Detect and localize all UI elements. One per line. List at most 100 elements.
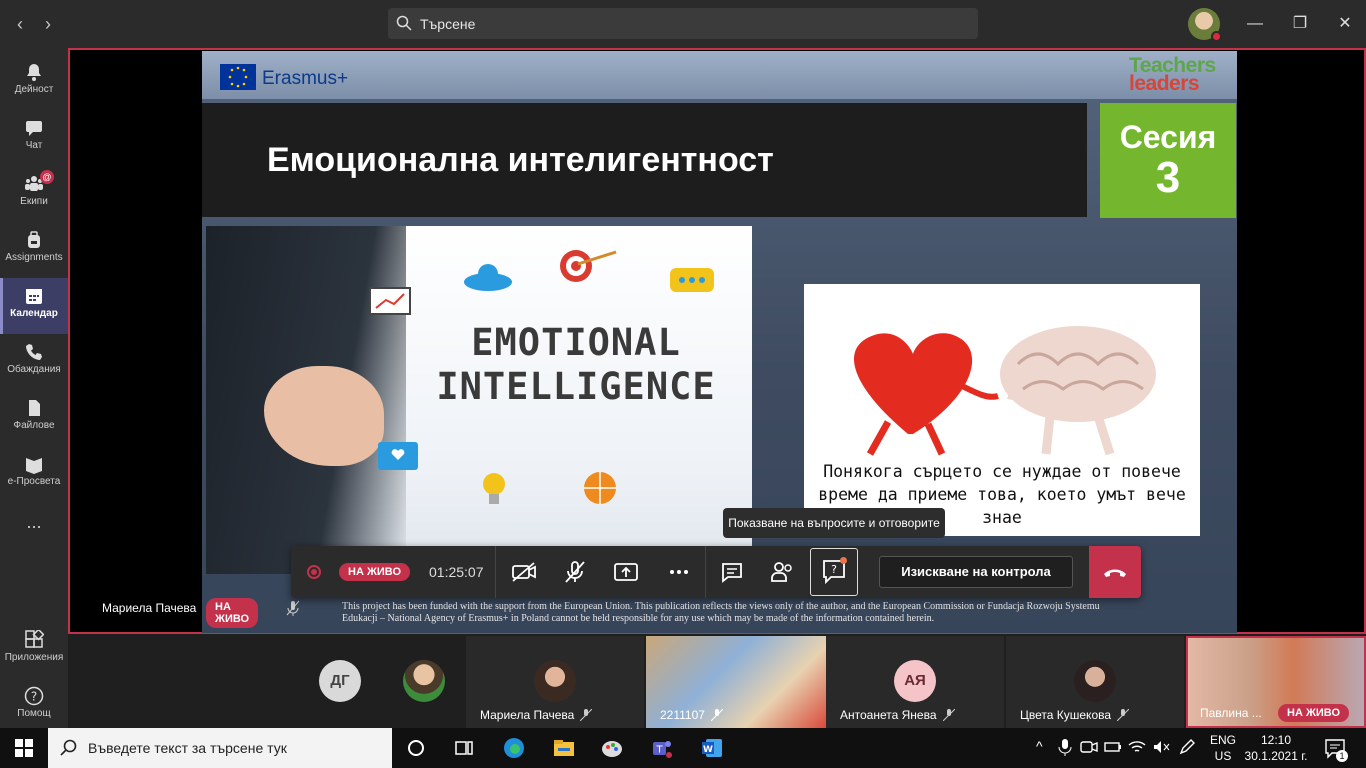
file-explorer-icon[interactable] bbox=[552, 736, 576, 760]
clock-time: 12:10 bbox=[1260, 733, 1292, 747]
bell-icon bbox=[27, 64, 41, 81]
teachers-leaders-logo: Teachers leaders bbox=[1129, 55, 1225, 97]
participant-tile[interactable]: Цвета Кушекова bbox=[1006, 636, 1184, 728]
rail-item-calls[interactable]: Обаждания bbox=[0, 334, 68, 390]
back-arrow-icon[interactable]: ‹ bbox=[10, 12, 30, 36]
rail-item-teams[interactable]: @ Екипи bbox=[0, 166, 68, 222]
qa-button[interactable]: ? bbox=[810, 548, 858, 596]
battery-icon[interactable] bbox=[1104, 738, 1122, 756]
rail-item-apps[interactable]: Приложения bbox=[0, 622, 68, 678]
mic-off-icon bbox=[565, 561, 585, 583]
participant-name: Мариела Пачева bbox=[480, 708, 593, 722]
search-icon bbox=[396, 15, 412, 31]
minimize-icon[interactable]: — bbox=[1243, 12, 1267, 36]
taskbar-search-placeholder: Въведете текст за търсене тук bbox=[88, 740, 287, 756]
rail-label: Дейност bbox=[14, 84, 54, 95]
rail-item-calendar[interactable]: Календар bbox=[0, 278, 68, 334]
session-number: 3 bbox=[1155, 153, 1181, 202]
presence-busy-indicator bbox=[1211, 31, 1222, 42]
phone-icon bbox=[26, 344, 42, 360]
rail-label: Чат bbox=[25, 140, 43, 151]
apps-icon bbox=[25, 630, 44, 648]
participant-name: Антоанета Янева bbox=[840, 708, 955, 722]
cortana-icon[interactable] bbox=[404, 736, 428, 760]
image-text-line-1: EMOTIONAL bbox=[471, 321, 681, 364]
forward-arrow-icon[interactable]: › bbox=[38, 12, 58, 36]
camera-in-use-icon[interactable] bbox=[1080, 738, 1098, 756]
rail-item-help[interactable]: ? Помощ bbox=[0, 678, 68, 734]
chat-button[interactable] bbox=[716, 556, 748, 588]
rail-label: Помощ bbox=[17, 708, 51, 719]
rail-item-eprosveta[interactable]: е-Просвета bbox=[0, 446, 68, 502]
taskbar-search-input[interactable]: Въведете текст за търсене тук bbox=[48, 728, 392, 768]
svg-text:?: ? bbox=[831, 563, 837, 576]
region-code: US bbox=[1214, 749, 1232, 763]
volume-muted-icon[interactable] bbox=[1152, 738, 1170, 756]
meeting-timer: 01:25:07 bbox=[429, 564, 484, 580]
taskbar-clock[interactable]: 12:10 30.1.2021 г. bbox=[1244, 732, 1308, 764]
wifi-icon[interactable] bbox=[1128, 738, 1146, 756]
share-icon bbox=[614, 563, 638, 581]
presenter-name: Мариела Пачева bbox=[102, 601, 197, 615]
chat-icon bbox=[26, 121, 42, 136]
recording-icon bbox=[307, 565, 321, 579]
erasmus-logo-text: Erasmus+ bbox=[262, 68, 349, 89]
rail-label: е-Просвета bbox=[7, 476, 61, 487]
rail-label: Приложения bbox=[4, 652, 64, 663]
divider bbox=[705, 546, 706, 598]
rail-item-assignments[interactable]: Assignments bbox=[0, 222, 68, 278]
slide-title: Емоционална интелигентност bbox=[267, 141, 774, 179]
help-icon: ? bbox=[24, 686, 44, 706]
rail-label: Календар bbox=[10, 308, 58, 319]
session-label: Сесия bbox=[1119, 119, 1217, 155]
title-bar: ‹ › Търсене — ❐ ✕ bbox=[0, 0, 1366, 48]
close-icon[interactable]: ✕ bbox=[1333, 12, 1357, 36]
rail-item-activity[interactable]: Дейност bbox=[0, 54, 68, 110]
share-screen-button[interactable] bbox=[610, 556, 642, 588]
leave-call-button[interactable] bbox=[1089, 546, 1141, 598]
speech-bubble-icon bbox=[670, 268, 714, 292]
request-control-button[interactable]: Изискване на контрола bbox=[879, 556, 1073, 588]
microphone-icon[interactable] bbox=[1056, 738, 1074, 756]
app-rail: Дейност Чат @ Екипи Assignments Календар… bbox=[0, 48, 68, 728]
target-icon bbox=[560, 250, 617, 282]
emotional-intelligence-image: EMOTIONAL INTELLIGENCE bbox=[206, 226, 752, 574]
meeting-controls-bar: НА ЖИВО 01:25:07 ? Изискване на контрола bbox=[291, 546, 1141, 598]
participant-tile[interactable]: ДГ bbox=[288, 636, 466, 728]
mail-heart-icon bbox=[378, 442, 418, 470]
paint-icon[interactable] bbox=[600, 736, 624, 760]
mention-badge: @ bbox=[40, 170, 54, 184]
rail-label: Екипи bbox=[20, 196, 48, 207]
show-hidden-icons-icon[interactable]: ^ bbox=[1036, 738, 1043, 754]
participants-button[interactable] bbox=[766, 556, 798, 588]
word-icon[interactable]: W bbox=[700, 736, 724, 760]
session-badge: Сесия 3 bbox=[1100, 103, 1236, 218]
language-indicator[interactable]: ENG US bbox=[1207, 732, 1239, 764]
pen-icon[interactable] bbox=[1178, 738, 1196, 756]
task-view-icon[interactable] bbox=[452, 736, 476, 760]
participant-name: Цвета Кушекова bbox=[1020, 708, 1130, 722]
edge-icon[interactable] bbox=[502, 736, 526, 760]
participants-icon bbox=[771, 562, 792, 582]
calendar-icon bbox=[26, 289, 42, 304]
camera-toggle-button[interactable] bbox=[508, 556, 540, 588]
rail-item-chat[interactable]: Чат bbox=[0, 110, 68, 166]
restore-icon[interactable]: ❐ bbox=[1288, 12, 1312, 36]
language-code: ENG bbox=[1209, 733, 1236, 747]
more-apps-button[interactable]: ... bbox=[0, 506, 68, 542]
participant-tile[interactable]: АЯ Антоанета Янева bbox=[826, 636, 1004, 728]
participant-video-tile[interactable]: 2211107 bbox=[646, 636, 826, 728]
user-avatar[interactable] bbox=[1188, 8, 1222, 42]
search-icon bbox=[60, 739, 77, 756]
mic-toggle-button[interactable] bbox=[559, 556, 591, 588]
more-actions-button[interactable] bbox=[663, 556, 695, 588]
search-input[interactable]: Търсене bbox=[388, 8, 978, 39]
rail-item-files[interactable]: Файлове bbox=[0, 390, 68, 446]
avatar: АЯ bbox=[894, 660, 936, 702]
windows-start-icon[interactable] bbox=[12, 736, 36, 760]
teams-app-icon[interactable]: T bbox=[650, 736, 674, 760]
participant-tile[interactable]: Мариела Пачева bbox=[466, 636, 644, 728]
svg-text:W: W bbox=[703, 745, 713, 755]
participant-video-tile-active[interactable]: Павлина ... НА ЖИВО bbox=[1186, 636, 1366, 728]
mic-muted-icon bbox=[580, 709, 593, 721]
